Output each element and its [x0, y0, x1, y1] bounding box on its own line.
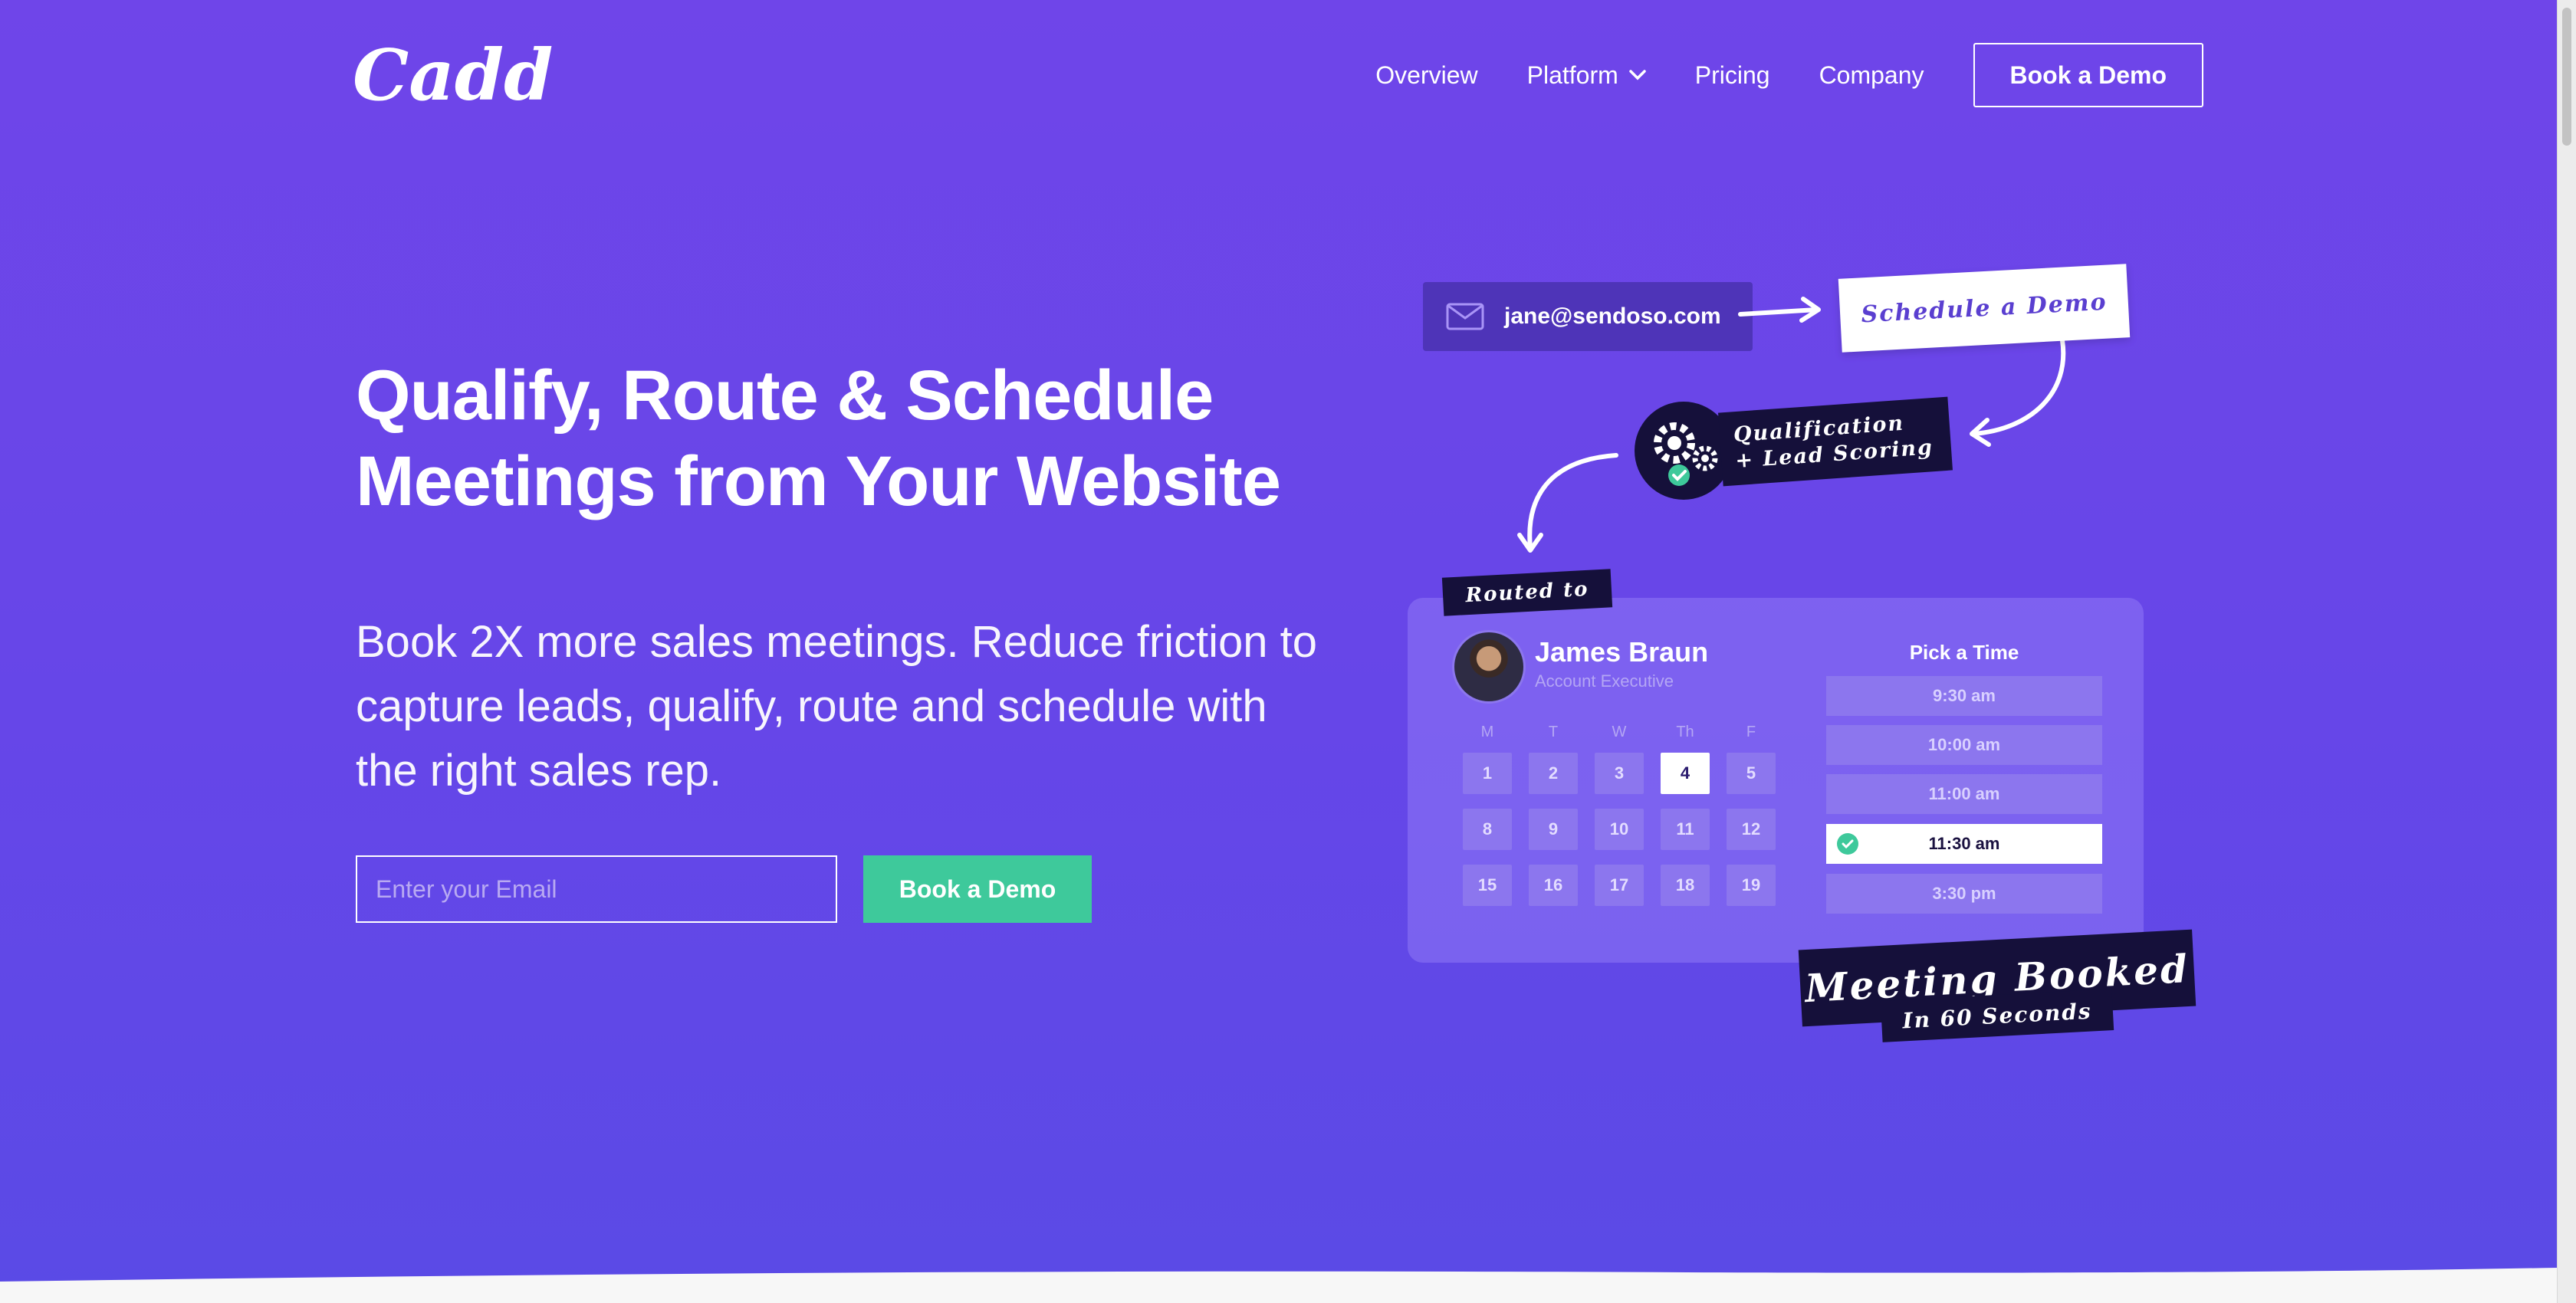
- headline-line2: Meetings from Your Website: [356, 442, 1281, 520]
- pick-time-title: Pick a Time: [1909, 641, 2019, 664]
- time-slot[interactable]: 3:30 pm: [1826, 874, 2102, 914]
- calendar-day[interactable]: 11: [1661, 809, 1710, 850]
- qualification-label: Qualification + Lead Scoring: [1718, 396, 1953, 487]
- avatar: [1452, 630, 1526, 704]
- logo-text: Caddie: [353, 34, 552, 117]
- weekday-label: F: [1746, 724, 1756, 740]
- book-demo-button[interactable]: Book a Demo: [863, 855, 1092, 923]
- calendar-day[interactable]: 17: [1595, 865, 1644, 906]
- caddie-logo[interactable]: Caddie: [353, 32, 552, 118]
- calendar-day[interactable]: 16: [1529, 865, 1578, 906]
- check-icon: [1837, 833, 1858, 855]
- mail-icon: [1446, 303, 1484, 330]
- time-slot[interactable]: 9:30 am: [1826, 676, 2102, 716]
- calendar-day-selected[interactable]: 4: [1661, 753, 1710, 794]
- weekday-label: W: [1612, 724, 1627, 740]
- nav-pricing[interactable]: Pricing: [1695, 61, 1770, 90]
- weekday-label: Th: [1676, 724, 1694, 740]
- calendar-day[interactable]: 15: [1463, 865, 1512, 906]
- calendar-day[interactable]: 10: [1595, 809, 1644, 850]
- arrow-to-schedule-head: [1799, 297, 1821, 323]
- time-slot[interactable]: 10:00 am: [1826, 725, 2102, 765]
- main-nav: Overview Platform Pricing Company Book a…: [1375, 43, 2203, 107]
- email-chip-text: jane@sendoso.com: [1504, 304, 1721, 329]
- calendar-day[interactable]: 3: [1595, 753, 1644, 794]
- scrollbar[interactable]: [2557, 0, 2576, 1303]
- nav-book-demo-button[interactable]: Book a Demo: [1973, 43, 2203, 107]
- hero-subtext: Book 2X more sales meetings. Reduce fric…: [356, 617, 1318, 796]
- calendar-day[interactable]: 8: [1463, 809, 1512, 850]
- nav-platform-label: Platform: [1526, 61, 1618, 89]
- hero-headline: Qualify, Route & Schedule Meetings from …: [356, 353, 1352, 524]
- calendar-day[interactable]: 5: [1727, 753, 1776, 794]
- nav-platform[interactable]: Platform: [1527, 61, 1646, 90]
- weekday-label: M: [1480, 724, 1494, 740]
- selected-slot-label: 11:30 am: [1928, 834, 2000, 853]
- rep-title: Account Executive: [1535, 671, 1674, 691]
- time-slot-selected[interactable]: 11:30 am: [1826, 824, 2102, 864]
- hero-section: Caddie Overview Platform Pricing Company…: [0, 0, 2558, 1303]
- time-slot[interactable]: 11:00 am: [1826, 774, 2102, 814]
- scrollbar-thumb[interactable]: [2562, 8, 2571, 146]
- email-chip: jane@sendoso.com: [1423, 282, 1753, 351]
- nav-company[interactable]: Company: [1819, 61, 1924, 90]
- arrow-to-rep-head: [1517, 533, 1543, 553]
- calendar-day[interactable]: 12: [1727, 809, 1776, 850]
- calendar-day[interactable]: 9: [1529, 809, 1578, 850]
- nav-overview[interactable]: Overview: [1375, 61, 1477, 90]
- calendar-day[interactable]: 19: [1727, 865, 1776, 906]
- headline-line1: Qualify, Route & Schedule: [356, 356, 1214, 435]
- calendar-day[interactable]: 1: [1463, 753, 1512, 794]
- schedule-demo-card: Schedule a Demo: [1838, 264, 2131, 353]
- calendar-day[interactable]: 18: [1661, 865, 1710, 906]
- arrow-to-qualification: [1971, 338, 2066, 436]
- email-input[interactable]: [356, 855, 837, 923]
- arrow-to-qualification-head: [1970, 418, 1991, 447]
- calendar-day[interactable]: 2: [1529, 753, 1578, 794]
- rep-name: James Braun: [1535, 636, 1709, 668]
- chevron-down-icon: [1629, 70, 1646, 80]
- bottom-wave-divider: [0, 1268, 2558, 1303]
- arrow-to-rep: [1527, 453, 1618, 550]
- weekday-label: T: [1548, 724, 1559, 740]
